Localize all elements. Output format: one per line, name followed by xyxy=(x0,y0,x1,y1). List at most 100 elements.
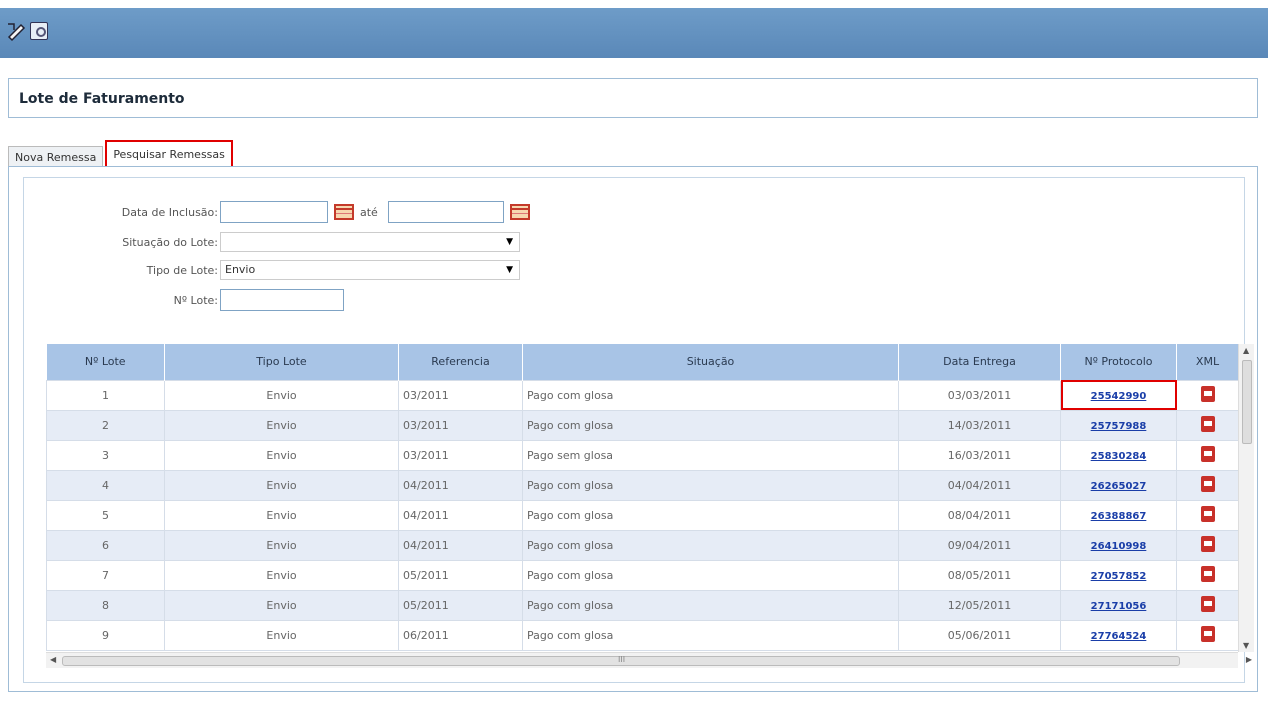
table-row[interactable]: 7 Envio 05/2011 Pago com glosa 08/05/201… xyxy=(46,559,1239,591)
pdf-icon[interactable] xyxy=(1200,415,1215,432)
cell-lote: 3 xyxy=(46,439,165,471)
cell-tipo: Envio xyxy=(164,619,399,651)
pdf-icon[interactable] xyxy=(1200,595,1215,612)
vertical-scroll-thumb[interactable] xyxy=(1242,360,1252,444)
cell-xml xyxy=(1176,529,1239,561)
cell-lote: 1 xyxy=(46,379,165,411)
situacao-select[interactable]: ▼ xyxy=(220,232,520,252)
cell-referencia: 05/2011 xyxy=(398,589,523,621)
cell-situacao: Pago com glosa xyxy=(522,619,899,651)
cell-data-entrega: 14/03/2011 xyxy=(898,409,1061,441)
cell-referencia: 04/2011 xyxy=(398,499,523,531)
download-icon[interactable] xyxy=(28,20,50,42)
pdf-icon[interactable] xyxy=(1200,445,1215,462)
cell-data-entrega: 09/04/2011 xyxy=(898,529,1061,561)
table-row[interactable]: 3 Envio 03/2011 Pago sem glosa 16/03/201… xyxy=(46,439,1239,471)
cell-xml xyxy=(1176,589,1239,621)
table-row[interactable]: 5 Envio 04/2011 Pago com glosa 08/04/201… xyxy=(46,499,1239,531)
scroll-left-arrow-icon[interactable]: ◀ xyxy=(50,655,56,664)
tipo-lote-select[interactable]: Envio ▼ xyxy=(220,260,520,280)
cell-tipo: Envio xyxy=(164,499,399,531)
cell-protocolo: 27764524 xyxy=(1060,619,1177,651)
cell-referencia: 03/2011 xyxy=(398,409,523,441)
search-panel: Data de Inclusão: até Situação do Lote: … xyxy=(8,166,1258,692)
protocolo-link[interactable]: 26388867 xyxy=(1091,511,1147,522)
tab-pesquisar-remessas[interactable]: Pesquisar Remessas xyxy=(105,140,233,168)
cell-data-entrega: 04/04/2011 xyxy=(898,469,1061,501)
cell-lote: 2 xyxy=(46,409,165,441)
cell-xml xyxy=(1176,409,1239,441)
dropdown-arrow-icon: ▼ xyxy=(506,265,513,275)
protocolo-link[interactable]: 27171056 xyxy=(1091,601,1147,612)
protocolo-link[interactable]: 27764524 xyxy=(1091,631,1147,642)
horizontal-scrollbar[interactable]: ◀ III ▶ xyxy=(46,652,1252,668)
protocolo-link[interactable]: 25757988 xyxy=(1091,421,1147,432)
cell-protocolo: 25542990 xyxy=(1060,379,1177,411)
cell-situacao: Pago sem glosa xyxy=(522,439,899,471)
vertical-scrollbar[interactable]: ▲ ▼ xyxy=(1238,344,1254,652)
data-inclusao-label: Data de Inclusão: xyxy=(121,206,218,219)
cell-protocolo: 25757988 xyxy=(1060,409,1177,441)
cell-referencia: 06/2011 xyxy=(398,619,523,651)
calendar-icon[interactable] xyxy=(510,204,530,220)
scroll-grip-icon: III xyxy=(618,655,626,664)
cell-situacao: Pago com glosa xyxy=(522,529,899,561)
table-row[interactable]: 6 Envio 04/2011 Pago com glosa 09/04/201… xyxy=(46,529,1239,561)
protocolo-link[interactable]: 26265027 xyxy=(1091,481,1147,492)
table-row[interactable]: 1 Envio 03/2011 Pago com glosa 03/03/201… xyxy=(46,379,1239,411)
dropdown-arrow-icon: ▼ xyxy=(506,237,513,247)
cell-xml xyxy=(1176,619,1239,651)
protocolo-link[interactable]: 25830284 xyxy=(1091,451,1147,462)
pdf-icon[interactable] xyxy=(1200,505,1215,522)
protocolo-link[interactable]: 27057852 xyxy=(1091,571,1147,582)
cell-protocolo: 26388867 xyxy=(1060,499,1177,531)
protocolo-link[interactable]: 26410998 xyxy=(1091,541,1147,552)
cell-tipo: Envio xyxy=(164,559,399,591)
cell-lote: 6 xyxy=(46,529,165,561)
col-header-situacao[interactable]: Situação xyxy=(522,344,899,380)
scroll-right-arrow-icon[interactable]: ▶ xyxy=(1246,655,1252,664)
col-header-protocolo[interactable]: Nº Protocolo xyxy=(1060,344,1177,380)
cell-xml xyxy=(1176,379,1239,411)
table-row[interactable]: 8 Envio 05/2011 Pago com glosa 12/05/201… xyxy=(46,589,1239,621)
cell-situacao: Pago com glosa xyxy=(522,409,899,441)
cell-protocolo: 27171056 xyxy=(1060,589,1177,621)
col-header-xml[interactable]: XML xyxy=(1176,344,1239,380)
cell-tipo: Envio xyxy=(164,409,399,441)
table-row[interactable]: 9 Envio 06/2011 Pago com glosa 05/06/201… xyxy=(46,619,1239,651)
cell-tipo: Envio xyxy=(164,589,399,621)
cell-referencia: 03/2011 xyxy=(398,439,523,471)
table-row[interactable]: 4 Envio 04/2011 Pago com glosa 04/04/201… xyxy=(46,469,1239,501)
tab-nova-remessa[interactable]: Nova Remessa xyxy=(8,146,104,168)
col-header-referencia[interactable]: Referencia xyxy=(398,344,523,380)
tipo-lote-label: Tipo de Lote: xyxy=(146,264,218,277)
pdf-icon[interactable] xyxy=(1200,475,1215,492)
cell-lote: 8 xyxy=(46,589,165,621)
scroll-down-arrow-icon[interactable]: ▼ xyxy=(1243,641,1249,650)
scroll-up-arrow-icon[interactable]: ▲ xyxy=(1243,346,1249,355)
cell-xml xyxy=(1176,469,1239,501)
cell-xml xyxy=(1176,499,1239,531)
col-header-tipo[interactable]: Tipo Lote xyxy=(164,344,399,380)
col-header-lote[interactable]: Nº Lote xyxy=(46,344,165,380)
cell-lote: 9 xyxy=(46,619,165,651)
pdf-icon[interactable] xyxy=(1200,385,1215,402)
calendar-icon[interactable] xyxy=(334,204,354,220)
cell-lote: 7 xyxy=(46,559,165,591)
protocolo-link[interactable]: 25542990 xyxy=(1091,391,1147,402)
table-row[interactable]: 2 Envio 03/2011 Pago com glosa 14/03/201… xyxy=(46,409,1239,441)
edit-pencil-icon[interactable] xyxy=(6,20,28,42)
search-panel-inner: Data de Inclusão: até Situação do Lote: … xyxy=(23,177,1254,683)
cell-tipo: Envio xyxy=(164,379,399,411)
cell-data-entrega: 03/03/2011 xyxy=(898,379,1061,411)
cell-tipo: Envio xyxy=(164,469,399,501)
cell-lote: 5 xyxy=(46,499,165,531)
data-inicio-input[interactable] xyxy=(220,201,328,223)
data-fim-input[interactable] xyxy=(388,201,504,223)
col-header-data-entrega[interactable]: Data Entrega xyxy=(898,344,1061,380)
numero-lote-input[interactable] xyxy=(220,289,344,311)
pdf-icon[interactable] xyxy=(1200,625,1215,642)
pdf-icon[interactable] xyxy=(1200,535,1215,552)
pdf-icon[interactable] xyxy=(1200,565,1215,582)
cell-situacao: Pago com glosa xyxy=(522,589,899,621)
